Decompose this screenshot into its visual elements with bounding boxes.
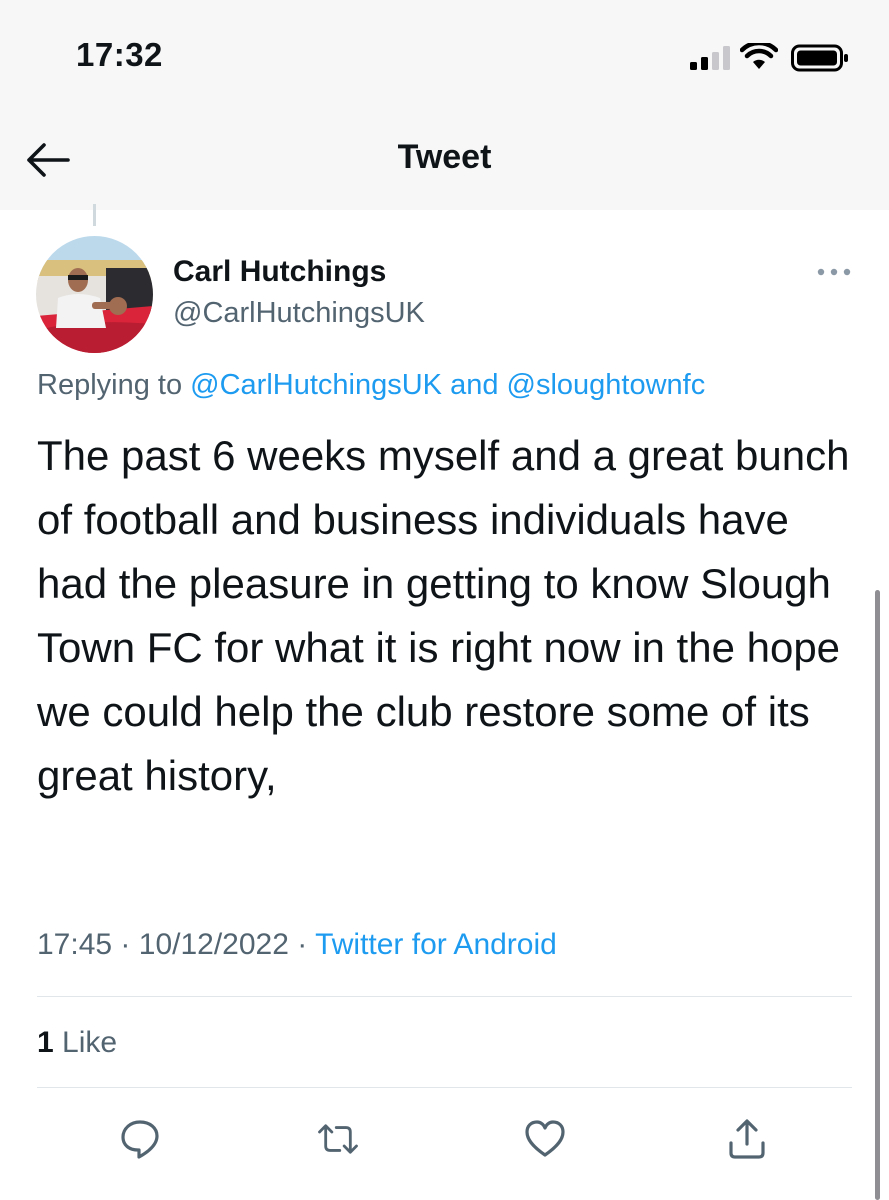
tweet-text: The past 6 weeks myself and a great bunc… <box>37 432 850 799</box>
heart-icon[interactable] <box>523 1117 567 1161</box>
author-handle[interactable]: @CarlHutchingsUK <box>173 297 425 330</box>
share-icon[interactable] <box>725 1117 769 1161</box>
replying-to-line: Replying to @CarlHutchingsUK and @slough… <box>37 369 705 402</box>
replying-to-label: Replying to <box>37 369 183 401</box>
wifi-icon <box>740 43 778 69</box>
avatar-photo <box>36 236 153 353</box>
tweet-source-link[interactable]: Twitter for Android <box>315 928 557 961</box>
status-time: 17:32 <box>76 36 163 73</box>
author-name[interactable]: Carl Hutchings <box>173 255 386 289</box>
likes-count: 1 <box>37 1026 54 1059</box>
cellular-signal-icon <box>690 46 730 70</box>
reply-icon[interactable] <box>118 1117 162 1161</box>
tweet-meta: 17:45 · 10/12/2022 · Twitter for Android <box>37 928 557 962</box>
replying-user-link[interactable]: @sloughtownfc <box>507 369 706 401</box>
replying-and-link[interactable]: and <box>450 369 498 401</box>
likes-label: Like <box>62 1026 118 1059</box>
battery-icon <box>791 44 848 72</box>
divider <box>37 1087 852 1088</box>
thread-connector-line <box>93 204 96 226</box>
retweet-icon[interactable] <box>316 1117 360 1161</box>
meta-separator: · <box>120 928 131 961</box>
nav-bar: Tweet <box>0 110 889 210</box>
scrollbar[interactable] <box>875 590 880 1200</box>
more-horizontal-icon[interactable] <box>814 262 854 282</box>
tweet-time: 17:45 <box>37 928 113 961</box>
likes-stat[interactable]: 1 Like <box>37 1026 117 1060</box>
meta-separator: · <box>297 928 308 961</box>
tweet-date: 10/12/2022 <box>138 928 289 961</box>
replying-user-link[interactable]: @CarlHutchingsUK <box>190 369 442 401</box>
page-title: Tweet <box>397 138 492 176</box>
divider <box>37 996 852 997</box>
avatar[interactable] <box>36 236 153 353</box>
status-bar: 17:32 <box>0 0 889 110</box>
